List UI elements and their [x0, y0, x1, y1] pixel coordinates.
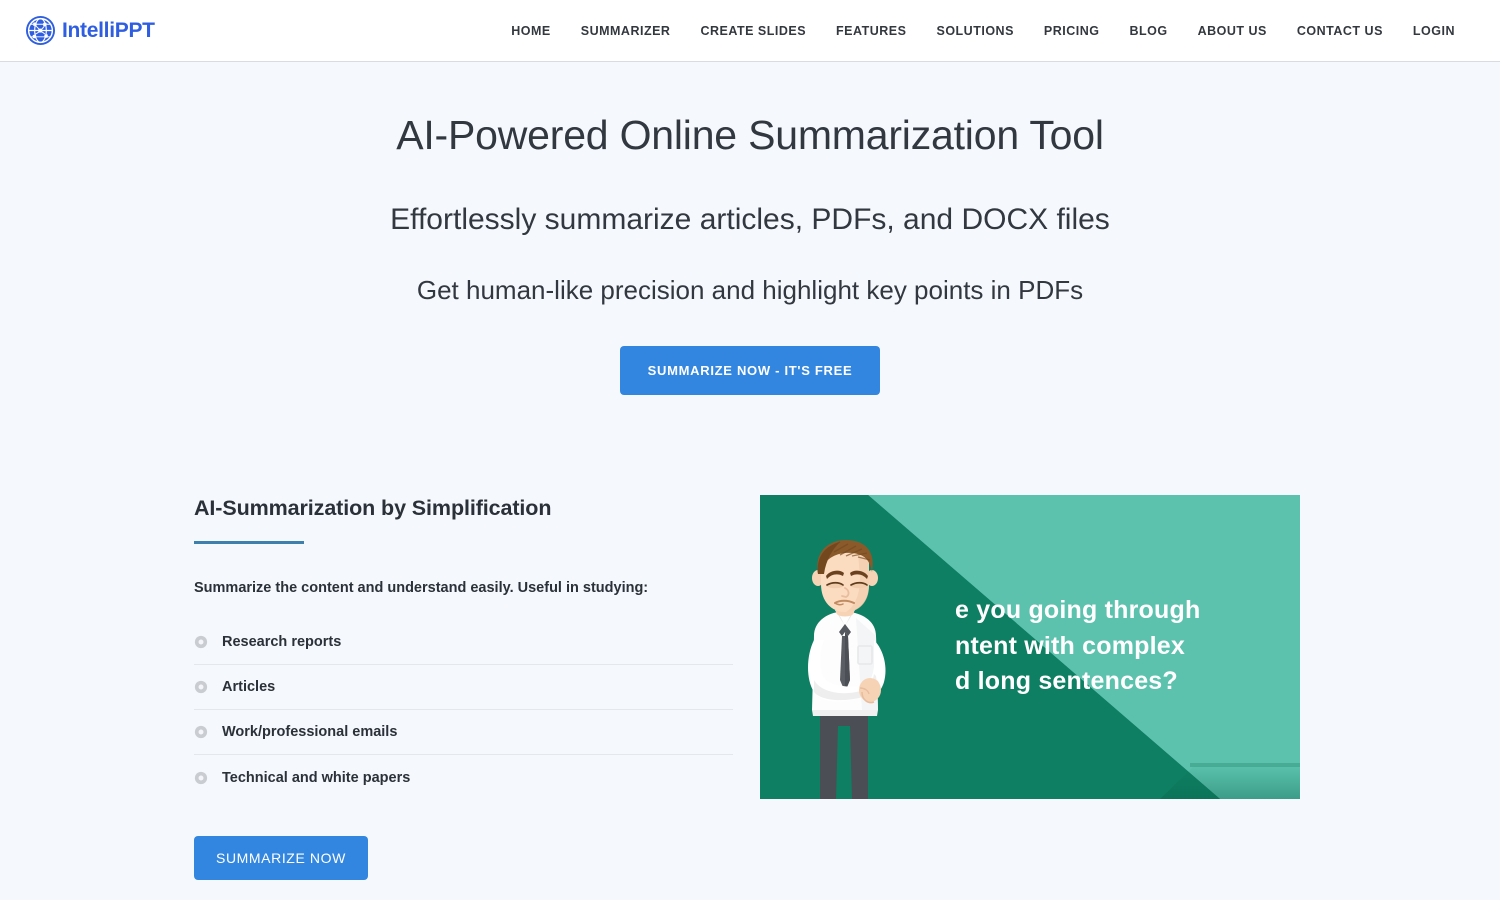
nav-item-features[interactable]: FEATURES	[836, 24, 906, 38]
list-item[interactable]: Technical and white papers	[194, 755, 733, 800]
list-item-label: Technical and white papers	[222, 769, 411, 786]
site-header: IntelliPPT HOME SUMMARIZER CREATE SLIDES…	[0, 0, 1500, 62]
nav-item-blog[interactable]: BLOG	[1130, 24, 1168, 38]
feature-section: AI-Summarization by Simplification Summa…	[0, 495, 1500, 881]
feature-cta-container: SUMMARIZE NOW	[194, 836, 734, 881]
globe-network-icon	[25, 15, 56, 46]
feature-use-case-list: Research reports Articles Work/professio…	[194, 620, 733, 800]
circle-bullet-icon	[194, 726, 208, 739]
nav-item-pricing[interactable]: PRICING	[1044, 24, 1100, 38]
brand-name: IntelliPPT	[62, 19, 155, 42]
hero-cta-container: SUMMARIZE NOW - IT'S FREE	[0, 346, 1500, 396]
circle-bullet-icon	[194, 681, 208, 694]
heading-underline-divider	[194, 541, 304, 545]
feature-heading: AI-Summarization by Simplification	[194, 496, 552, 521]
nav-item-summarizer[interactable]: SUMMARIZER	[581, 24, 671, 38]
list-item[interactable]: Research reports	[194, 620, 733, 666]
summarize-now-free-button[interactable]: SUMMARIZE NOW - IT'S FREE	[619, 346, 881, 396]
nav-item-solutions[interactable]: SOLUTIONS	[936, 24, 1013, 38]
hero-section: AI-Powered Online Summarization Tool Eff…	[0, 62, 1500, 396]
nav-item-create-slides[interactable]: CREATE SLIDES	[700, 24, 806, 38]
hero-subtitle-primary: Effortlessly summarize articles, PDFs, a…	[390, 203, 1110, 237]
hero-title: AI-Powered Online Summarization Tool	[396, 112, 1104, 158]
nav-item-about-us[interactable]: ABOUT US	[1198, 24, 1267, 38]
list-item-label: Work/professional emails	[222, 724, 398, 741]
nav-item-contact-us[interactable]: CONTACT US	[1297, 24, 1383, 38]
brand-logo[interactable]: IntelliPPT	[25, 15, 155, 46]
circle-bullet-icon	[194, 636, 208, 649]
nav-item-home[interactable]: HOME	[511, 24, 551, 38]
nav-item-login[interactable]: LOGIN	[1413, 24, 1455, 38]
feature-lead-text: Summarize the content and understand eas…	[194, 580, 649, 597]
businessman-thinking-illustration	[760, 495, 1300, 800]
summarize-now-button[interactable]: SUMMARIZE NOW	[194, 836, 368, 881]
hero-subtitle-secondary: Get human-like precision and highlight k…	[416, 274, 1084, 305]
circle-bullet-icon	[194, 771, 208, 785]
list-item-label: Articles	[222, 679, 276, 696]
list-item[interactable]: Articles	[194, 665, 733, 711]
list-item-label: Research reports	[222, 634, 342, 651]
feature-content-column: AI-Summarization by Simplification Summa…	[194, 495, 734, 881]
list-item[interactable]: Work/professional emails	[194, 710, 733, 756]
feature-illustration[interactable]: e you going through ntent with complex d…	[760, 495, 1300, 800]
main-navigation: HOME SUMMARIZER CREATE SLIDES FEATURES S…	[511, 24, 1455, 38]
